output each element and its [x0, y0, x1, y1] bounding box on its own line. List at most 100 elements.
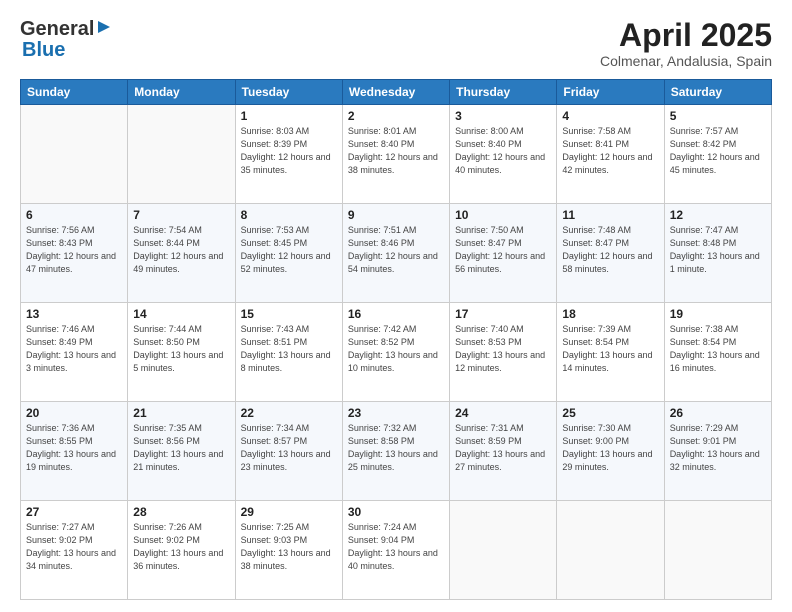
day-number: 17 [455, 307, 551, 321]
day-number: 28 [133, 505, 229, 519]
day-number: 23 [348, 406, 444, 420]
day-number: 8 [241, 208, 337, 222]
day-info: Sunrise: 7:54 AM Sunset: 8:44 PM Dayligh… [133, 224, 229, 276]
day-info: Sunrise: 7:25 AM Sunset: 9:03 PM Dayligh… [241, 521, 337, 573]
day-number: 29 [241, 505, 337, 519]
table-row: 9 Sunrise: 7:51 AM Sunset: 8:46 PM Daylig… [342, 204, 449, 303]
calendar-week-row: 1 Sunrise: 8:03 AM Sunset: 8:39 PM Daylig… [21, 105, 772, 204]
day-info: Sunrise: 7:56 AM Sunset: 8:43 PM Dayligh… [26, 224, 122, 276]
month-title: April 2025 [600, 18, 772, 53]
logo-blue-text: Blue [22, 39, 65, 61]
day-info: Sunrise: 7:53 AM Sunset: 8:45 PM Dayligh… [241, 224, 337, 276]
day-info: Sunrise: 7:30 AM Sunset: 9:00 PM Dayligh… [562, 422, 658, 474]
day-number: 16 [348, 307, 444, 321]
day-info: Sunrise: 7:38 AM Sunset: 8:54 PM Dayligh… [670, 323, 766, 375]
logo-text: General [20, 18, 112, 41]
day-number: 19 [670, 307, 766, 321]
table-row: 18 Sunrise: 7:39 AM Sunset: 8:54 PM Dayli… [557, 303, 664, 402]
day-info: Sunrise: 7:47 AM Sunset: 8:48 PM Dayligh… [670, 224, 766, 276]
day-number: 26 [670, 406, 766, 420]
table-row: 2 Sunrise: 8:01 AM Sunset: 8:40 PM Daylig… [342, 105, 449, 204]
logo: General Blue [20, 18, 112, 62]
day-info: Sunrise: 8:00 AM Sunset: 8:40 PM Dayligh… [455, 125, 551, 177]
calendar-week-row: 27 Sunrise: 7:27 AM Sunset: 9:02 PM Dayli… [21, 501, 772, 600]
header-friday: Friday [557, 80, 664, 105]
table-row: 13Sunrise: 7:46 AM Sunset: 8:49 PM Dayli… [21, 303, 128, 402]
table-row [557, 501, 664, 600]
day-number: 15 [241, 307, 337, 321]
table-row: 5Sunrise: 7:57 AM Sunset: 8:42 PM Daylig… [664, 105, 771, 204]
table-row: 26 Sunrise: 7:29 AM Sunset: 9:01 PM Dayli… [664, 402, 771, 501]
calendar-table: Sunday Monday Tuesday Wednesday Thursday… [20, 79, 772, 600]
day-number: 1 [241, 109, 337, 123]
day-number: 6 [26, 208, 122, 222]
day-info: Sunrise: 7:32 AM Sunset: 8:58 PM Dayligh… [348, 422, 444, 474]
day-number: 10 [455, 208, 551, 222]
day-info: Sunrise: 7:42 AM Sunset: 8:52 PM Dayligh… [348, 323, 444, 375]
calendar-week-row: 20 Sunrise: 7:36 AM Sunset: 8:55 PM Dayli… [21, 402, 772, 501]
table-row [450, 501, 557, 600]
table-row: 3 Sunrise: 8:00 AM Sunset: 8:40 PM Daylig… [450, 105, 557, 204]
table-row: 10 Sunrise: 7:50 AM Sunset: 8:47 PM Dayli… [450, 204, 557, 303]
day-number: 27 [26, 505, 122, 519]
day-number: 24 [455, 406, 551, 420]
table-row: 1 Sunrise: 8:03 AM Sunset: 8:39 PM Daylig… [235, 105, 342, 204]
logo-arrow-icon [96, 19, 112, 35]
day-info: Sunrise: 7:51 AM Sunset: 8:46 PM Dayligh… [348, 224, 444, 276]
day-info: Sunrise: 7:48 AM Sunset: 8:47 PM Dayligh… [562, 224, 658, 276]
day-info: Sunrise: 7:43 AM Sunset: 8:51 PM Dayligh… [241, 323, 337, 375]
day-info: Sunrise: 7:50 AM Sunset: 8:47 PM Dayligh… [455, 224, 551, 276]
day-info: Sunrise: 7:44 AM Sunset: 8:50 PM Dayligh… [133, 323, 229, 375]
day-info: Sunrise: 7:36 AM Sunset: 8:55 PM Dayligh… [26, 422, 122, 474]
table-row: 12Sunrise: 7:47 AM Sunset: 8:48 PM Dayli… [664, 204, 771, 303]
table-row: 27 Sunrise: 7:27 AM Sunset: 9:02 PM Dayli… [21, 501, 128, 600]
logo-general: General [20, 18, 94, 41]
header-thursday: Thursday [450, 80, 557, 105]
day-info: Sunrise: 7:29 AM Sunset: 9:01 PM Dayligh… [670, 422, 766, 474]
day-info: Sunrise: 7:58 AM Sunset: 8:41 PM Dayligh… [562, 125, 658, 177]
day-number: 20 [26, 406, 122, 420]
table-row: 19 Sunrise: 7:38 AM Sunset: 8:54 PM Dayli… [664, 303, 771, 402]
header-tuesday: Tuesday [235, 80, 342, 105]
page: General Blue April 2025 Colmenar, Andalu… [0, 0, 792, 612]
table-row: 17Sunrise: 7:40 AM Sunset: 8:53 PM Dayli… [450, 303, 557, 402]
day-number: 30 [348, 505, 444, 519]
day-number: 11 [562, 208, 658, 222]
day-number: 18 [562, 307, 658, 321]
table-row: 20 Sunrise: 7:36 AM Sunset: 8:55 PM Dayli… [21, 402, 128, 501]
table-row: 24Sunrise: 7:31 AM Sunset: 8:59 PM Dayli… [450, 402, 557, 501]
day-number: 4 [562, 109, 658, 123]
table-row [128, 105, 235, 204]
day-info: Sunrise: 8:01 AM Sunset: 8:40 PM Dayligh… [348, 125, 444, 177]
table-row: 30 Sunrise: 7:24 AM Sunset: 9:04 PM Dayli… [342, 501, 449, 600]
day-info: Sunrise: 7:34 AM Sunset: 8:57 PM Dayligh… [241, 422, 337, 474]
day-info: Sunrise: 7:57 AM Sunset: 8:42 PM Dayligh… [670, 125, 766, 177]
day-number: 7 [133, 208, 229, 222]
day-info: Sunrise: 8:03 AM Sunset: 8:39 PM Dayligh… [241, 125, 337, 177]
header-monday: Monday [128, 80, 235, 105]
table-row: 7 Sunrise: 7:54 AM Sunset: 8:44 PM Daylig… [128, 204, 235, 303]
title-section: April 2025 Colmenar, Andalusia, Spain [600, 18, 772, 69]
header: General Blue April 2025 Colmenar, Andalu… [20, 18, 772, 69]
table-row: 15 Sunrise: 7:43 AM Sunset: 8:51 PM Dayli… [235, 303, 342, 402]
header-wednesday: Wednesday [342, 80, 449, 105]
day-number: 3 [455, 109, 551, 123]
table-row: 29 Sunrise: 7:25 AM Sunset: 9:03 PM Dayli… [235, 501, 342, 600]
calendar-header-row: Sunday Monday Tuesday Wednesday Thursday… [21, 80, 772, 105]
day-number: 9 [348, 208, 444, 222]
table-row [21, 105, 128, 204]
table-row [664, 501, 771, 600]
day-number: 2 [348, 109, 444, 123]
calendar-week-row: 13Sunrise: 7:46 AM Sunset: 8:49 PM Dayli… [21, 303, 772, 402]
day-info: Sunrise: 7:46 AM Sunset: 8:49 PM Dayligh… [26, 323, 122, 375]
day-number: 22 [241, 406, 337, 420]
day-info: Sunrise: 7:35 AM Sunset: 8:56 PM Dayligh… [133, 422, 229, 474]
day-info: Sunrise: 7:39 AM Sunset: 8:54 PM Dayligh… [562, 323, 658, 375]
day-info: Sunrise: 7:27 AM Sunset: 9:02 PM Dayligh… [26, 521, 122, 573]
table-row: 21Sunrise: 7:35 AM Sunset: 8:56 PM Dayli… [128, 402, 235, 501]
table-row: 8 Sunrise: 7:53 AM Sunset: 8:45 PM Daylig… [235, 204, 342, 303]
table-row: 6 Sunrise: 7:56 AM Sunset: 8:43 PM Daylig… [21, 204, 128, 303]
location-subtitle: Colmenar, Andalusia, Spain [600, 53, 772, 69]
calendar-week-row: 6 Sunrise: 7:56 AM Sunset: 8:43 PM Daylig… [21, 204, 772, 303]
day-info: Sunrise: 7:24 AM Sunset: 9:04 PM Dayligh… [348, 521, 444, 573]
